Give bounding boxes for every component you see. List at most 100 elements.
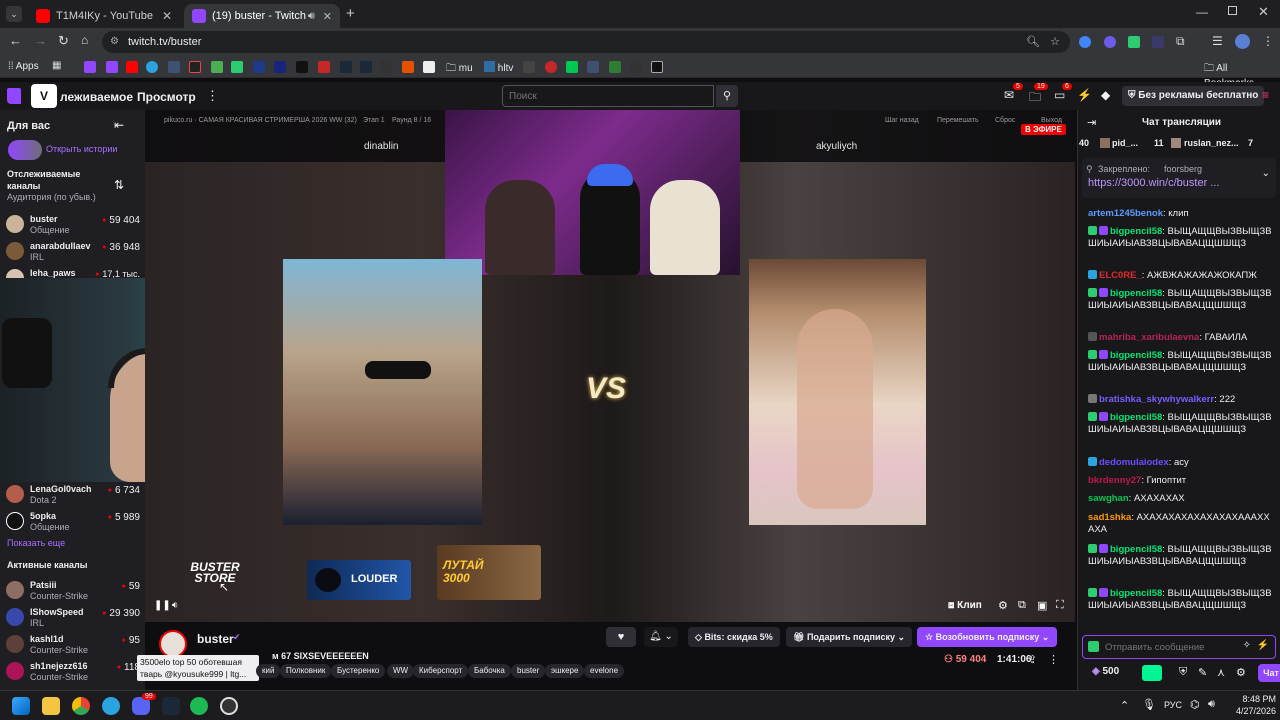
volume-icon[interactable]: 🔊︎ (1208, 698, 1215, 711)
chat-message-input[interactable] (1105, 638, 1235, 656)
tab-youtube[interactable]: T1M4IKу - YouTube ✕ (28, 4, 180, 28)
active-channel[interactable]: Patsiii Counter-Strike 59 (6, 578, 140, 604)
extensions-puzzle-icon[interactable]: ⧉ (1176, 34, 1185, 49)
username[interactable]: artem1245benok (1088, 208, 1163, 219)
forward-icon[interactable]: → (34, 33, 47, 48)
tag[interactable]: Полковник (280, 664, 332, 678)
pause-icon[interactable]: ❚❚ (154, 600, 171, 611)
more-menu-icon[interactable]: ⋮ (206, 88, 219, 104)
bookmark-twitch-icon[interactable] (106, 61, 118, 73)
app-icon[interactable] (220, 697, 238, 715)
emote-icon[interactable]: ✧ (1243, 640, 1251, 651)
bookmark-hltv[interactable]: hltv (484, 61, 513, 74)
stories-avatar[interactable] (8, 140, 42, 160)
chat-send-button[interactable]: Чат (1258, 664, 1280, 682)
tag[interactable]: buster (511, 664, 546, 678)
exit-button[interactable]: Выход (1041, 117, 1062, 124)
apps-bookmark[interactable]: ⁞⁞ Apps (8, 61, 39, 72)
username[interactable]: sad1shka (1088, 512, 1131, 523)
bookmark-icon[interactable] (318, 61, 330, 73)
username[interactable]: bigpencil58 (1110, 588, 1162, 599)
clip-button[interactable]: ⧈ Клип (948, 600, 982, 611)
bookmark-icon[interactable] (566, 61, 578, 73)
extension-icon[interactable]: ⚡ (1257, 640, 1269, 651)
search-button[interactable]: ⚲ (716, 85, 738, 107)
clock-time[interactable]: 8:48 PM (1226, 694, 1276, 704)
pen-icon[interactable]: ✎ (1198, 666, 1207, 679)
chat-settings-gear-icon[interactable]: ⚙ (1236, 666, 1246, 679)
minimize-button[interactable]: — (1196, 5, 1208, 19)
bookmark-icon[interactable] (253, 61, 265, 73)
bookmark-youtube-icon[interactable] (126, 61, 138, 73)
video-player[interactable]: pikuco.ru · САМАЯ КРАСИВАЯ СТРИМЕРША 202… (145, 110, 1075, 622)
follow-heart-button[interactable]: ♥ (606, 627, 636, 647)
reading-list-icon[interactable]: ☰ (1212, 34, 1223, 48)
reset-button[interactable]: Сброс (995, 117, 1015, 124)
followed-channel[interactable]: anarabdullaev IRL 36 948 (6, 239, 140, 265)
chevron-up-icon[interactable]: ⌃ (1120, 699, 1129, 712)
windows-start-icon[interactable] (12, 697, 30, 715)
bookmark-icon[interactable] (211, 61, 223, 73)
twitch-logo-icon[interactable] (7, 88, 21, 104)
chrome-icon[interactable] (72, 697, 90, 715)
active-channel[interactable]: kashl1d Counter-Strike 95 (6, 632, 140, 658)
close-window-button[interactable]: ✕ (1258, 4, 1269, 20)
tag[interactable]: кий (256, 664, 281, 678)
hype-icon[interactable]: ⋏ (1217, 666, 1225, 679)
share-icon[interactable]: ⇪ (1028, 653, 1037, 666)
language-indicator[interactable]: РУС (1164, 700, 1182, 710)
pinned-link[interactable]: https://3000.win/c/buster ... (1088, 177, 1219, 189)
pip-icon[interactable]: ⧉ (1018, 599, 1026, 612)
followed-channel[interactable]: buster Общение 59 404 (6, 212, 140, 238)
bookmark-icon[interactable] (630, 61, 642, 73)
username[interactable]: ELC0RE_ (1099, 270, 1142, 281)
bookmark-icon[interactable] (402, 61, 414, 73)
bookmark-twitch-icon[interactable] (84, 61, 96, 73)
sort-icon[interactable]: ⇅ (114, 178, 124, 192)
step-back-button[interactable]: Шаг назад (885, 117, 919, 124)
open-stories-link[interactable]: Открыть истории (46, 144, 117, 154)
username[interactable]: mahriba_xaribulaevna (1099, 332, 1199, 343)
zoom-icon[interactable]: 🔍︎ (1026, 31, 1040, 53)
tag[interactable]: evelone (584, 664, 625, 678)
network-icon[interactable]: ⌬ (1190, 698, 1200, 711)
telegram-icon[interactable] (102, 697, 120, 715)
louder-banner[interactable]: LOUDER (307, 560, 411, 600)
bookmark-icon[interactable] (423, 61, 435, 73)
speaker-icon[interactable]: 🔊︎ (308, 10, 315, 23)
steam-icon[interactable] (162, 697, 180, 715)
followed-channel[interactable]: LenaGol0vach Dota 2 6 734 (6, 482, 140, 508)
spotify-icon[interactable] (190, 697, 208, 715)
left-contestant-photo[interactable] (283, 259, 482, 525)
buster-store-logo[interactable]: BUSTER STORE (185, 561, 245, 584)
tag[interactable]: Бабочка (468, 664, 511, 678)
username[interactable]: bigpencil58 (1110, 226, 1162, 237)
username[interactable]: sawghan (1088, 493, 1129, 504)
bookmark-icon[interactable] (189, 61, 201, 73)
bookmark-icon[interactable] (587, 61, 599, 73)
claim-bonus-button[interactable] (1142, 665, 1162, 681)
close-tab-icon[interactable]: ✕ (162, 9, 172, 23)
nav-following[interactable]: леживаемое (60, 90, 133, 104)
resubscribe-button[interactable]: ☆ Возобновить подписку ⌄ (917, 627, 1058, 647)
chevron-down-icon[interactable]: ⌄ (1262, 168, 1270, 179)
maximize-button[interactable] (1228, 6, 1237, 15)
whispers-icon[interactable]: ▭ (1054, 88, 1065, 102)
extension-icon[interactable] (1128, 36, 1140, 48)
no-ads-button[interactable]: ⛨ Без рекламы бесплатно (1122, 86, 1265, 106)
bookmark-icon[interactable] (523, 61, 535, 73)
badge-select-icon[interactable] (1088, 641, 1099, 652)
bits-icon[interactable]: ◆ (1101, 88, 1110, 102)
reload-icon[interactable]: ↻ (58, 33, 69, 49)
gift-sub-button[interactable]: 🎁︎ Подарить подписку ⌄ (786, 627, 913, 647)
user-avatar[interactable]: ≡ (1262, 88, 1278, 104)
bookmark-icon[interactable] (296, 61, 308, 73)
microphone-icon[interactable]: 🎙︎ (1142, 698, 1156, 711)
streamer-name[interactable]: buster (197, 632, 234, 646)
collapse-chat-icon[interactable]: ⇥ (1087, 116, 1096, 129)
grid-icon[interactable]: ▦ (52, 60, 61, 71)
home-icon[interactable]: ⌂ (81, 33, 88, 47)
username[interactable]: bigpencil58 (1110, 350, 1162, 361)
profile-avatar[interactable] (1235, 34, 1250, 49)
extension-icon[interactable]: ⚡ (1077, 88, 1092, 102)
